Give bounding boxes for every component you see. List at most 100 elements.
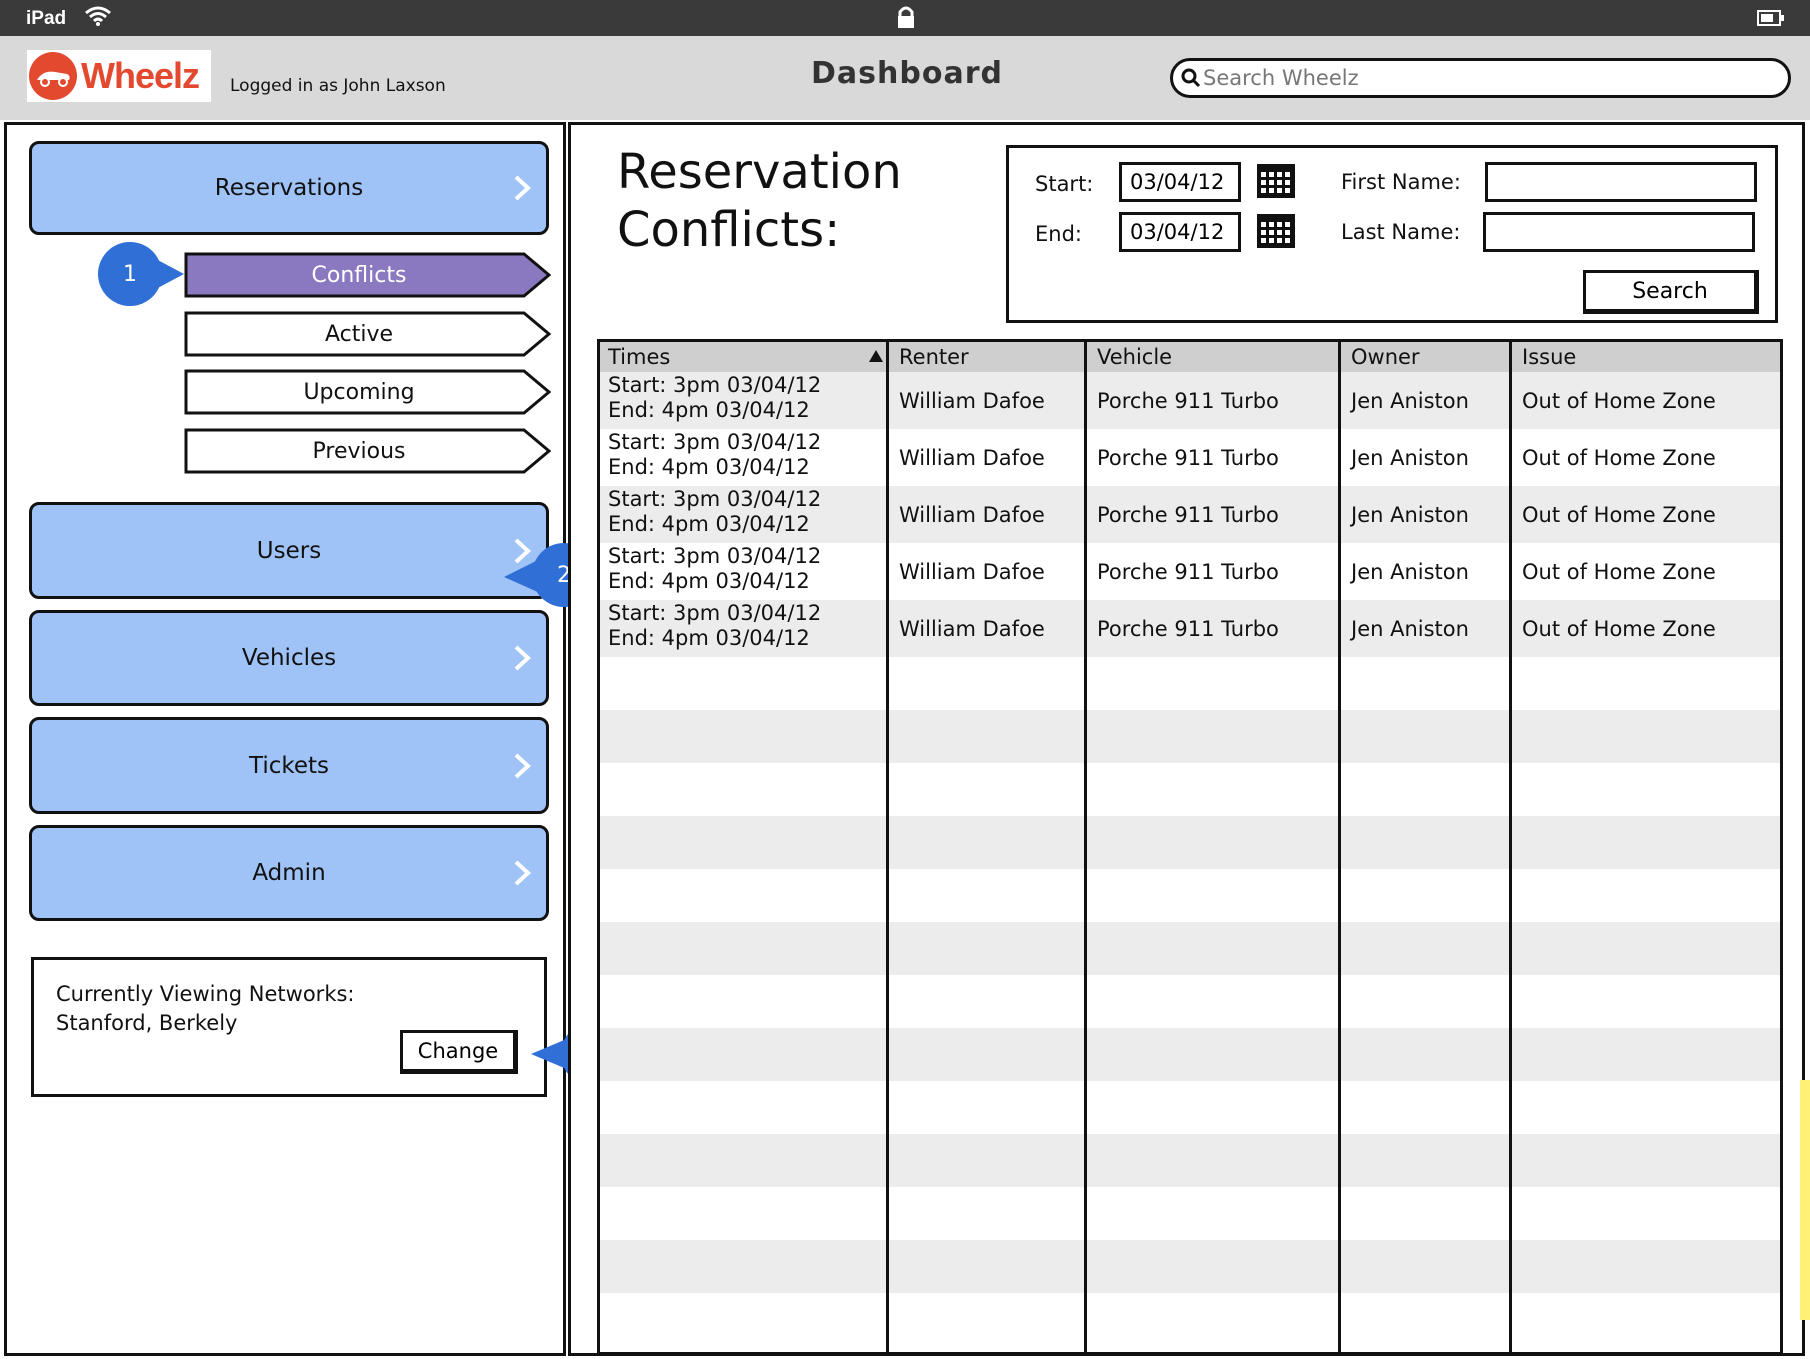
times-cell: Start: 3pm 03/04/12 End: 4pm 03/04/12 (600, 486, 821, 543)
column-header-label: Times (608, 345, 671, 369)
networks-panel: Currently Viewing Networks: Stanford, Be… (31, 957, 547, 1097)
table-header: Times Renter Vehicle Owner Issue (600, 342, 1780, 372)
times-cell: Start: 3pm 03/04/12 End: 4pm 03/04/12 (600, 600, 821, 657)
empty-row (600, 922, 1780, 975)
column-header-vehicle[interactable]: Vehicle (1089, 342, 1339, 372)
scroll-indicator[interactable] (1800, 1080, 1810, 1320)
empty-row (600, 710, 1780, 763)
brand-name: Wheelz (81, 55, 200, 96)
issue-cell: Out of Home Zone (1522, 559, 1716, 584)
table-row[interactable]: Start: 3pm 03/04/12 End: 4pm 03/04/12 Wil… (600, 372, 1780, 429)
table-row[interactable]: Start: 3pm 03/04/12 End: 4pm 03/04/12 Wil… (600, 429, 1780, 486)
nav-users-label: Users (256, 537, 322, 564)
section-title: Reservation Conflicts: (617, 143, 902, 259)
issue-cell: Out of Home Zone (1522, 388, 1716, 413)
search-icon (1181, 68, 1201, 88)
search-button[interactable]: Search (1583, 270, 1759, 314)
section-title-line-2: Conflicts: (617, 202, 841, 258)
sub-item-label: Conflicts (311, 262, 407, 288)
column-header-times[interactable]: Times (600, 342, 888, 372)
end-date-input[interactable] (1119, 212, 1241, 252)
start-time: Start: 3pm 03/04/12 (608, 487, 822, 511)
times-cell: Start: 3pm 03/04/12 End: 4pm 03/04/12 (600, 372, 821, 429)
first-name-label: First Name: (1341, 170, 1461, 194)
table-row[interactable]: Start: 3pm 03/04/12 End: 4pm 03/04/12 Wil… (600, 600, 1780, 657)
lock-icon (898, 6, 914, 28)
sub-item-previous[interactable]: Previous (184, 428, 551, 474)
table-row[interactable]: Start: 3pm 03/04/12 End: 4pm 03/04/12 Wil… (600, 486, 1780, 543)
renter-cell: William Dafoe (899, 388, 1045, 413)
battery-icon (1757, 10, 1784, 26)
start-label: Start: (1035, 172, 1094, 196)
wheelz-logo-icon (29, 52, 77, 100)
start-time: Start: 3pm 03/04/12 (608, 373, 822, 397)
vehicle-cell: Porche 911 Turbo (1097, 616, 1279, 641)
renter-cell: William Dafoe (899, 502, 1045, 527)
sort-ascending-icon[interactable] (868, 348, 884, 364)
callout-number: 1 (123, 261, 137, 287)
sub-item-active[interactable]: Active (184, 311, 551, 357)
search-input[interactable] (1203, 64, 1773, 92)
start-time: Start: 3pm 03/04/12 (608, 601, 822, 625)
nav-admin-label: Admin (252, 860, 326, 886)
column-divider (886, 342, 889, 1352)
chevron-right-icon (514, 175, 531, 201)
nav-users-button[interactable]: Users (29, 502, 549, 599)
column-header-owner[interactable]: Owner (1343, 342, 1513, 372)
issue-cell: Out of Home Zone (1522, 616, 1716, 641)
sub-item-upcoming[interactable]: Upcoming (184, 369, 551, 415)
table-row[interactable]: Start: 3pm 03/04/12 End: 4pm 03/04/12 Wil… (600, 543, 1780, 600)
filter-panel: Start: End: First Name: Last Name: Searc… (1006, 145, 1778, 323)
empty-row (600, 1134, 1780, 1187)
vehicle-cell: Porche 911 Turbo (1097, 445, 1279, 470)
sub-item-label: Upcoming (303, 379, 415, 405)
sidebar: Reservations Conflicts Active Upcoming P… (4, 122, 566, 1356)
column-divider (1084, 342, 1087, 1352)
first-name-input[interactable] (1485, 162, 1757, 202)
column-divider (1509, 342, 1512, 1352)
sub-item-label: Active (324, 321, 394, 347)
start-time: Start: 3pm 03/04/12 (608, 544, 822, 568)
column-header-issue[interactable]: Issue (1514, 342, 1780, 372)
column-header-renter[interactable]: Renter (891, 342, 1059, 372)
empty-row (600, 1028, 1780, 1081)
last-name-input[interactable] (1483, 212, 1755, 252)
last-name-label: Last Name: (1341, 220, 1461, 244)
page-title: Dashboard (811, 56, 1003, 91)
networks-label: Currently Viewing Networks: (56, 982, 355, 1006)
wifi-icon (84, 4, 112, 34)
nav-admin-button[interactable]: Admin (29, 825, 549, 921)
nav-reservations-label: Reservations (214, 175, 364, 201)
owner-cell: Jen Aniston (1351, 616, 1469, 641)
end-time: End: 4pm 03/04/12 (608, 626, 810, 650)
renter-cell: William Dafoe (899, 616, 1045, 641)
wheelz-logo[interactable]: Wheelz (27, 50, 211, 102)
logged-in-text: Logged in as John Laxson (230, 76, 446, 96)
nav-tickets-button[interactable]: Tickets (29, 717, 549, 814)
issue-cell: Out of Home Zone (1522, 502, 1716, 527)
vehicle-cell: Porche 911 Turbo (1097, 559, 1279, 584)
change-networks-button[interactable]: Change (400, 1030, 518, 1074)
column-divider (1338, 342, 1341, 1352)
sub-item-conflicts[interactable]: Conflicts (184, 252, 551, 298)
times-cell: Start: 3pm 03/04/12 End: 4pm 03/04/12 (600, 543, 821, 600)
start-date-input[interactable] (1119, 162, 1241, 202)
empty-row (600, 1240, 1780, 1293)
app-header: Wheelz Logged in as John Laxson Dashboar… (0, 36, 1810, 120)
nav-vehicles-button[interactable]: Vehicles (29, 610, 549, 706)
chevron-right-icon (514, 860, 531, 886)
end-time: End: 4pm 03/04/12 (608, 455, 810, 479)
end-time: End: 4pm 03/04/12 (608, 398, 810, 422)
vehicle-cell: Porche 911 Turbo (1097, 502, 1279, 527)
end-time: End: 4pm 03/04/12 (608, 512, 810, 536)
renter-cell: William Dafoe (899, 559, 1045, 584)
search-box[interactable] (1170, 58, 1791, 98)
section-title-line-1: Reservation (617, 144, 902, 200)
empty-row (600, 816, 1780, 869)
calendar-icon[interactable] (1255, 160, 1297, 202)
nav-reservations-button[interactable]: Reservations (29, 141, 549, 235)
calendar-icon[interactable] (1255, 210, 1297, 252)
vehicle-cell: Porche 911 Turbo (1097, 388, 1279, 413)
owner-cell: Jen Aniston (1351, 559, 1469, 584)
end-time: End: 4pm 03/04/12 (608, 569, 810, 593)
